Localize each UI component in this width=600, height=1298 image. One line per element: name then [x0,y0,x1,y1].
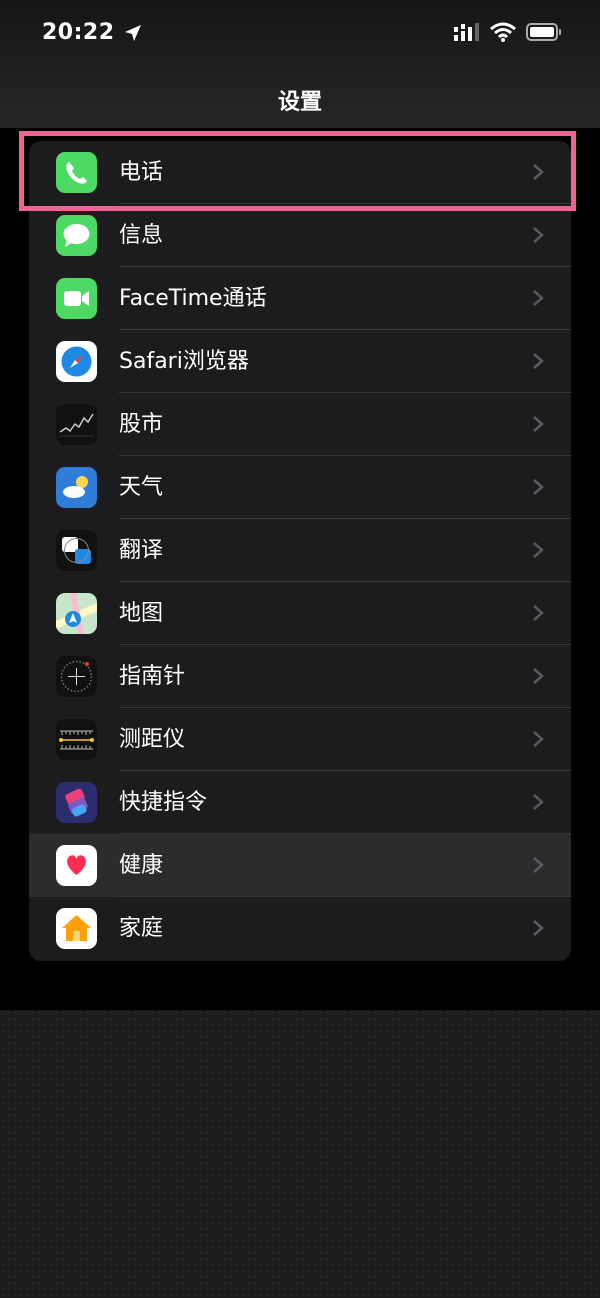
row-label: 测距仪 [119,727,186,752]
row-label: 家庭 [119,916,164,941]
chevron-right-icon [533,542,544,558]
home-icon [56,908,97,949]
settings-list: 电话 信息 FaceTime通话 Safari浏览器 股市 天气 翻译 地图 指… [29,141,571,961]
row-label: 股市 [119,412,164,437]
chevron-right-icon [533,731,544,747]
chevron-right-icon [533,605,544,621]
compass-icon [56,656,97,697]
chevron-right-icon [533,794,544,810]
settings-row-shortcuts[interactable]: 快捷指令 [29,771,571,834]
chevron-right-icon [533,416,544,432]
row-label: 信息 [119,223,164,248]
shortcuts-icon [56,782,97,823]
row-label: 指南针 [119,664,186,689]
settings-row-health[interactable]: 健康 [29,834,571,897]
settings-row-safari[interactable]: Safari浏览器 [29,330,571,393]
row-label: 天气 [119,475,164,500]
translate-icon [56,530,97,571]
settings-row-weather[interactable]: 天气 [29,456,571,519]
safari-icon [56,341,97,382]
chevron-right-icon [533,857,544,873]
settings-row-translate[interactable]: 翻译 [29,519,571,582]
chevron-right-icon [533,920,544,936]
settings-row-home[interactable]: 家庭 [29,897,571,960]
status-icons [454,22,562,42]
settings-row-measure[interactable]: 测距仪 [29,708,571,771]
time-text: 20:22 [42,20,115,45]
settings-row-stocks[interactable]: 股市 [29,393,571,456]
maps-icon [56,593,97,634]
cellular-signal-icon [454,23,479,41]
row-label: 健康 [119,853,164,878]
row-label: FaceTime通话 [119,286,267,311]
highlight-box [19,131,576,211]
lower-panel [0,1010,600,1298]
stocks-icon [56,404,97,445]
chevron-right-icon [533,668,544,684]
location-arrow-icon [124,24,141,41]
row-label: 地图 [119,601,164,626]
measure-icon [56,719,97,760]
row-label: 快捷指令 [119,790,208,815]
status-time: 20:22 [42,20,143,45]
chevron-right-icon [533,479,544,495]
row-label: Safari浏览器 [119,349,249,374]
settings-row-maps[interactable]: 地图 [29,582,571,645]
chevron-right-icon [533,353,544,369]
settings-row-facetime[interactable]: FaceTime通话 [29,267,571,330]
facetime-icon [56,278,97,319]
messages-icon [56,215,97,256]
chevron-right-icon [533,227,544,243]
settings-row-compass[interactable]: 指南针 [29,645,571,708]
settings-row-messages[interactable]: 信息 [29,204,571,267]
battery-icon [526,23,561,41]
weather-icon [56,467,97,508]
chevron-right-icon [533,290,544,306]
header: 20:22 设置 [0,0,600,128]
page-title: 设置 [277,90,322,115]
row-label: 翻译 [119,538,164,563]
wifi-icon [490,22,516,42]
health-icon [56,845,97,886]
